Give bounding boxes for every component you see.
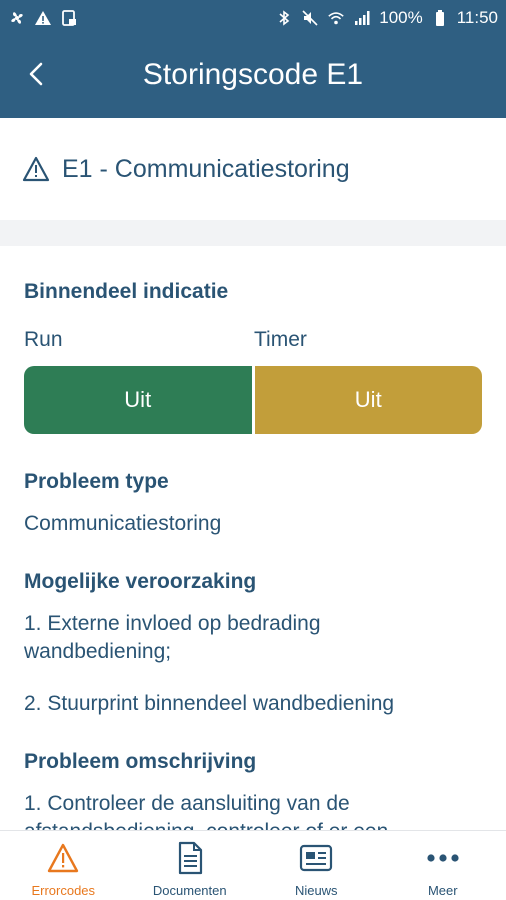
nav-label-documenten: Documenten <box>152 883 227 898</box>
cause-item-2: 2. Stuurprint binnendeel wandbediening <box>24 692 395 715</box>
description-line-2: afstandsbediening, controleer of er een <box>24 818 482 830</box>
nav-item-documenten[interactable]: Documenten <box>127 831 254 900</box>
status-bar: 100% 11:50 <box>0 0 506 36</box>
clock: 11:50 <box>456 8 498 27</box>
warning-icon <box>22 155 50 183</box>
signal-icon <box>353 9 371 27</box>
indicator-labels: Run Timer <box>24 328 482 354</box>
nav-label-errorcodes: Errorcodes <box>31 883 96 898</box>
problem-type-heading: Probleem type <box>24 470 169 493</box>
description-line-1: 1. Controleer de aansluiting van de <box>24 792 350 815</box>
status-bar-right: 100% 11:50 <box>275 8 498 28</box>
mute-icon <box>301 9 319 27</box>
run-label: Run <box>24 328 63 351</box>
news-icon <box>299 841 333 875</box>
error-details[interactable]: Binnendeel indicatie Run Timer Uit Uit P… <box>0 246 506 830</box>
error-code-title: E1 - Communicatiestoring <box>62 154 350 183</box>
status-bar-left <box>8 9 78 27</box>
wifi-icon <box>327 9 345 27</box>
run-indicator: Uit <box>24 366 255 434</box>
more-icon <box>426 841 460 875</box>
document-icon <box>173 841 207 875</box>
nav-label-nieuws: Nieuws <box>294 883 338 898</box>
battery-icon <box>431 9 449 27</box>
battery-percentage: 100% <box>379 8 423 27</box>
bottom-navigation: Errorcodes Documenten Nieuws Meer <box>0 830 506 900</box>
nav-item-meer[interactable]: Meer <box>380 831 506 900</box>
timer-label: Timer <box>254 328 307 351</box>
timer-indicator: Uit <box>254 366 482 434</box>
causes-heading: Mogelijke veroorzaking <box>24 570 257 593</box>
error-code-header: E1 - Communicatiestoring <box>0 118 506 220</box>
cause-item-1: 1. Externe invloed op bedrading wandbedi… <box>24 612 321 663</box>
warning-icon <box>46 841 80 875</box>
nav-item-errorcodes[interactable]: Errorcodes <box>0 831 127 900</box>
problem-type-value: Communicatiestoring <box>24 512 222 535</box>
indicator-status-row: Uit Uit <box>24 366 482 434</box>
alert-icon <box>34 9 52 27</box>
nav-item-nieuws[interactable]: Nieuws <box>253 831 380 900</box>
app-bar: Storingscode E1 <box>0 36 506 118</box>
bluetooth-icon <box>275 9 293 27</box>
description-heading: Probleem omschrijving <box>24 750 257 773</box>
nav-label-meer: Meer <box>427 883 458 898</box>
screenshot-icon <box>60 9 78 27</box>
page-title: Storingscode E1 <box>142 58 364 91</box>
section-divider <box>0 220 506 246</box>
indication-heading: Binnendeel indicatie <box>24 280 229 303</box>
fan-icon <box>8 9 26 27</box>
